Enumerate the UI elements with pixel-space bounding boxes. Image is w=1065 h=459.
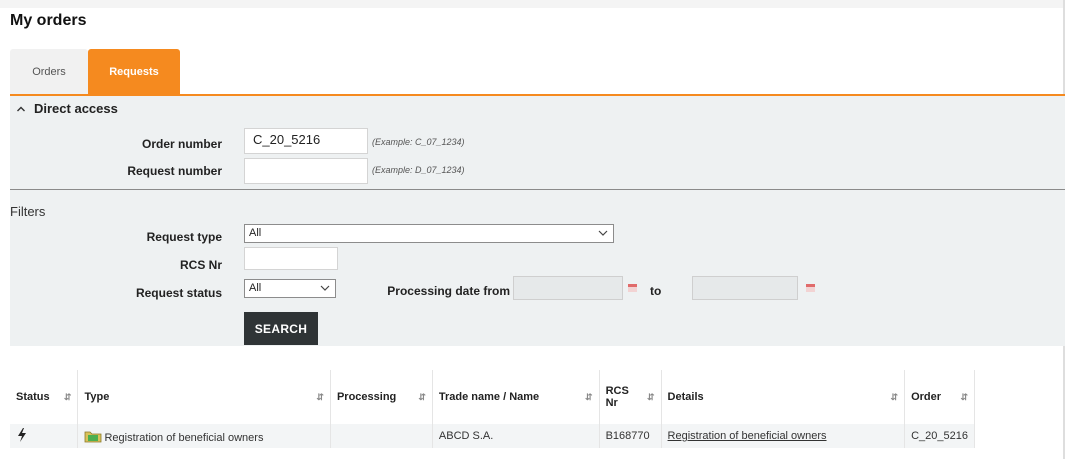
- top-strip: [0, 0, 1065, 8]
- tab-requests[interactable]: Requests: [88, 49, 180, 95]
- direct-access-title: Direct access: [34, 101, 118, 116]
- direct-access-header[interactable]: Direct access: [16, 101, 118, 116]
- order-number-label: Order number: [141, 137, 222, 151]
- rcs-nr-input[interactable]: [244, 247, 338, 270]
- sort-icon: ⇵: [418, 391, 426, 402]
- processing-date-to-input[interactable]: [692, 276, 798, 300]
- type-text: Registration of beneficial owners: [104, 431, 264, 444]
- column-header-order[interactable]: Order ⇵: [904, 370, 975, 424]
- order-number-hint: (Example: C_07_1234): [372, 137, 465, 147]
- request-number-hint: (Example: D_07_1234): [372, 165, 465, 175]
- request-status-select[interactable]: All: [244, 279, 336, 298]
- results-table: Status ⇵ Type ⇵ Processing ⇵ Trade name / N…: [10, 370, 975, 448]
- chevron-down-icon: [320, 285, 330, 291]
- cell-details: Registration of beneficial owners: [661, 424, 906, 448]
- cell-rcs-nr: B168770: [599, 424, 662, 448]
- table-header-row: Status ⇵ Type ⇵ Processing ⇵ Trade name / N…: [10, 370, 975, 424]
- column-header-status[interactable]: Status ⇵: [10, 370, 79, 424]
- column-label: Status: [16, 391, 50, 403]
- request-number-input[interactable]: [244, 158, 368, 184]
- processing-date-to-label: to: [650, 284, 662, 298]
- column-label: Type: [84, 391, 110, 403]
- column-label: Details: [667, 391, 704, 403]
- sort-icon: ⇵: [585, 391, 593, 402]
- details-link[interactable]: Registration of beneficial owners: [668, 430, 827, 442]
- cell-status: [10, 424, 79, 448]
- cell-processing: [330, 424, 433, 448]
- sort-icon: ⇵: [316, 391, 324, 402]
- column-label: RCS Nr: [605, 385, 629, 409]
- bolt-icon: [18, 427, 26, 442]
- sort-icon: ⇵: [647, 391, 655, 402]
- search-button[interactable]: SEARCH: [244, 312, 318, 345]
- chevron-up-icon: [17, 106, 25, 111]
- column-label: Trade name / Name: [438, 391, 540, 403]
- rcs-nr-label: RCS Nr: [179, 258, 222, 272]
- column-label: Processing: [336, 391, 397, 403]
- tab-orders[interactable]: Orders: [10, 49, 88, 95]
- column-header-trade-name[interactable]: Trade name / Name ⇵: [432, 370, 600, 424]
- filters-title: Filters: [10, 204, 46, 219]
- sort-icon: ⇵: [960, 391, 968, 402]
- cell-trade-name: ABCD S.A.: [432, 424, 600, 448]
- cell-type: Registration of beneficial owners: [77, 424, 331, 448]
- sort-icon: ⇵: [890, 391, 899, 402]
- cell-order: C_20_5216: [904, 424, 975, 448]
- sort-icon: ⇵: [63, 391, 72, 402]
- calendar-icon[interactable]: [806, 284, 815, 292]
- request-type-label: Request type: [146, 230, 222, 244]
- column-header-type[interactable]: Type ⇵: [77, 370, 331, 424]
- table-row[interactable]: Registration of beneficial owners ABCD S…: [10, 424, 975, 448]
- request-type-select[interactable]: All: [244, 224, 614, 243]
- column-header-details[interactable]: Details ⇵: [661, 370, 906, 424]
- column-header-rcs-nr[interactable]: RCS Nr ⇵: [599, 370, 662, 424]
- folder-icon: [85, 431, 102, 442]
- page-title: My orders: [10, 12, 87, 29]
- processing-date-from-label: Processing date from: [387, 284, 510, 298]
- request-status-label: Request status: [135, 286, 222, 300]
- tab-bar: Orders Requests: [10, 49, 180, 95]
- request-status-value: All: [249, 282, 262, 294]
- section-divider: [10, 189, 1065, 190]
- search-panel: [10, 96, 1065, 346]
- chevron-down-icon: [598, 230, 608, 236]
- request-number-label: Request number: [127, 164, 222, 178]
- request-type-value: All: [249, 227, 262, 239]
- order-number-input[interactable]: C_20_5216: [244, 128, 368, 154]
- column-header-processing[interactable]: Processing ⇵: [330, 370, 433, 424]
- column-label: Order: [911, 391, 942, 403]
- calendar-icon[interactable]: [628, 284, 637, 292]
- processing-date-from-input[interactable]: [513, 276, 623, 300]
